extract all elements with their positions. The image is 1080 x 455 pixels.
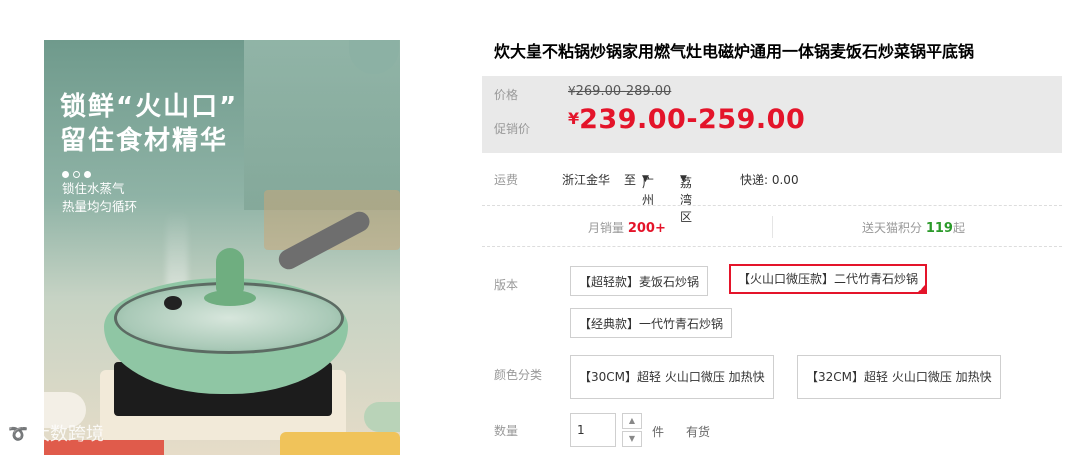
quantity-input[interactable] (570, 413, 616, 447)
promo-subtext: 锁住水蒸气 热量均匀循环 (62, 180, 137, 216)
chevron-down-icon: ▼ (642, 174, 649, 184)
monthly-sales-value: 200+ (627, 221, 666, 236)
promo-headline-line1: 锁鲜“火山口” (60, 92, 239, 122)
carousel-dot[interactable] (62, 171, 69, 178)
chevron-down-icon: ▼ (680, 174, 687, 184)
promo-price: ¥239.00-259.00 (568, 104, 805, 135)
monthly-sales-label: 月销量 (588, 221, 625, 235)
color-option-30cm[interactable]: 【30CM】超轻 火山口微压 加热快 (570, 355, 774, 399)
version-label: 版本 (494, 278, 519, 292)
product-gallery: 锁鲜“火山口” 留住食材精华 锁住水蒸气 热量均匀循环 ➰ 大数跨境 (0, 0, 470, 455)
points-suffix: 起 (952, 221, 965, 235)
weibo-icon: ➰ (8, 423, 28, 443)
food-plate (280, 432, 400, 455)
promo-headline: 锁鲜“火山口” 留住食材精华 (60, 90, 238, 158)
steam-valve (164, 296, 182, 310)
promo-headline-line2: 留住食材精华 (60, 126, 229, 156)
sales-stats: 月销量 200+ 送天猫积分 119起 (482, 206, 1062, 246)
watermark: ➰ 大数跨境 (8, 420, 104, 446)
color-option-32cm[interactable]: 【32CM】超轻 火山口微压 加热快 (797, 355, 1001, 399)
monthly-sales: 月销量 200+ (588, 219, 666, 236)
express-fee: 快递: 0.00 (740, 173, 799, 187)
original-price-range: 269.00-289.00 (575, 84, 672, 99)
watermark-text: 大数跨境 (31, 424, 104, 445)
original-price-currency: ¥ (568, 84, 576, 98)
version-option-volcano-label: 【火山口微压款】二代竹青石炒锅 (738, 272, 919, 286)
color-label: 颜色分类 (494, 368, 543, 382)
points-value: 119 (925, 221, 953, 236)
quantity-label: 数量 (494, 424, 519, 438)
stock-status: 有货 (686, 425, 711, 439)
divider (482, 246, 1062, 247)
side-dish-right (364, 402, 400, 432)
carousel-dot[interactable] (84, 171, 91, 178)
quantity-increase-button[interactable]: ▲ (622, 413, 642, 429)
ship-to-label: 至 (624, 173, 637, 187)
quantity-unit: 件 (652, 425, 665, 439)
quantity-decrease-button[interactable]: ▼ (622, 431, 642, 447)
points-label: 送天猫积分 (862, 221, 923, 235)
tmall-points: 送天猫积分 119起 (862, 219, 965, 236)
promo-subtext-line1: 锁住水蒸气 (62, 181, 125, 196)
shipping-row: 运费 浙江金华 至 广州 ▼ 荔湾区 ▼ 快递: 0.00 (482, 168, 1062, 224)
stats-divider (772, 216, 773, 238)
lid-knob (216, 248, 244, 294)
original-price: ¥269.00-289.00 (568, 84, 671, 99)
ship-from: 浙江金华 (562, 173, 611, 187)
price-label: 价格 (494, 88, 519, 102)
version-option-classic[interactable]: 【经典款】一代竹青石炒锅 (570, 308, 733, 338)
carousel-dot[interactable] (73, 171, 80, 178)
promo-price-currency: ¥ (568, 109, 580, 128)
version-option-light[interactable]: 【超轻款】麦饭石炒锅 (570, 266, 709, 296)
version-option-volcano[interactable]: 【火山口微压款】二代竹青石炒锅 ✓ (729, 264, 928, 294)
product-title: 炊大皇不粘锅炒锅家用燃气灶电磁炉通用一体锅麦饭石炒菜锅平底锅 (494, 42, 975, 61)
chevron-up-icon: ▲ (628, 416, 636, 425)
promo-subtext-line2: 热量均匀循环 (62, 199, 138, 214)
promo-price-label: 促销价 (494, 122, 531, 136)
checkmark-icon: ✓ (918, 284, 926, 293)
promo-price-range: 239.00-259.00 (579, 104, 806, 135)
shipping-label: 运费 (494, 173, 519, 187)
product-main-image[interactable]: 锁鲜“火山口” 留住食材精华 锁住水蒸气 热量均匀循环 (44, 40, 400, 455)
chevron-down-icon: ▼ (628, 434, 636, 443)
